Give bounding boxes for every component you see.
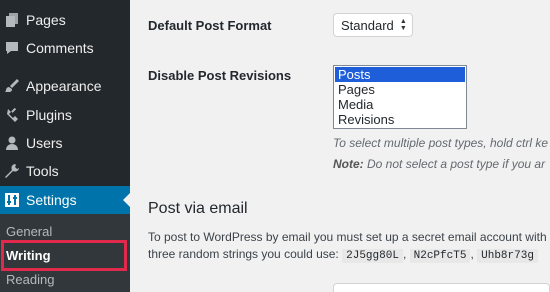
list-option-media[interactable]: Media xyxy=(335,97,465,112)
submenu-item-general[interactable]: General xyxy=(0,220,130,242)
random-string-code: Uhb8r73g xyxy=(477,249,538,263)
appearance-icon xyxy=(4,78,20,94)
sidebar-item-label: Appearance xyxy=(26,78,102,94)
submenu-item-reading[interactable]: Reading xyxy=(0,268,130,290)
sidebar-item-plugins[interactable]: Plugins xyxy=(0,101,130,129)
sidebar-item-pages[interactable]: Pages xyxy=(0,6,130,34)
note-body: Do not select a post type if you ar xyxy=(363,157,546,171)
writing-settings-panel: Default Post Format Standard ▲ ▼ Disable … xyxy=(130,0,550,292)
settings-submenu: General Writing Reading xyxy=(0,214,130,292)
list-option-pages[interactable]: Pages xyxy=(335,82,465,97)
sidebar-item-label: Users xyxy=(26,135,63,151)
sidebar-item-label: Comments xyxy=(26,40,94,56)
disable-revisions-label: Disable Post Revisions xyxy=(148,68,292,83)
sidebar-item-users[interactable]: Users xyxy=(0,129,130,157)
random-strings-text: three random strings you could use: xyxy=(148,247,339,261)
default-post-format-label: Default Post Format xyxy=(148,18,272,33)
sidebar-item-tools[interactable]: Tools xyxy=(0,157,130,185)
sidebar-item-comments[interactable]: Comments xyxy=(0,34,130,62)
sidebar-item-label: Settings xyxy=(26,192,77,208)
pages-icon xyxy=(4,12,20,28)
separator: , xyxy=(402,247,407,261)
settings-icon xyxy=(4,192,20,208)
random-string-code: 2J5gg80L xyxy=(342,249,403,263)
email-description-line1: To post to WordPress by email you must s… xyxy=(148,230,550,244)
separator: , xyxy=(470,247,474,261)
tools-icon xyxy=(4,163,20,179)
note-text: Note: Do not select a post type if you a… xyxy=(333,157,545,171)
plugins-icon xyxy=(4,107,20,123)
comments-icon xyxy=(4,40,20,56)
users-icon xyxy=(4,135,20,151)
select-arrows-icon: ▲ ▼ xyxy=(399,18,407,32)
sidebar-item-label: Pages xyxy=(26,12,66,28)
admin-sidebar: Pages Comments Appearance Plugins Users … xyxy=(0,0,130,292)
post-type-listbox[interactable]: Posts Pages Media Revisions xyxy=(333,65,467,129)
multi-select-hint: To select multiple post types, hold ctrl… xyxy=(333,136,548,150)
select-value: Standard xyxy=(341,17,394,33)
list-option-revisions[interactable]: Revisions xyxy=(335,112,465,127)
submenu-item-writing[interactable]: Writing xyxy=(0,244,130,266)
sidebar-item-label: Tools xyxy=(26,163,59,179)
sidebar-item-label: Plugins xyxy=(26,107,72,123)
post-via-email-title: Post via email xyxy=(148,200,248,217)
email-description-line2: three random strings you could use: 2J5g… xyxy=(148,247,538,263)
note-label: Note: xyxy=(333,157,364,171)
default-post-format-select[interactable]: Standard ▲ ▼ xyxy=(333,13,413,37)
mail-server-input[interactable] xyxy=(333,283,550,292)
list-option-posts[interactable]: Posts xyxy=(335,67,465,82)
random-string-code: N2cPfcT5 xyxy=(409,249,471,263)
sidebar-item-appearance[interactable]: Appearance xyxy=(0,72,130,100)
sidebar-item-settings[interactable]: Settings xyxy=(0,186,130,214)
